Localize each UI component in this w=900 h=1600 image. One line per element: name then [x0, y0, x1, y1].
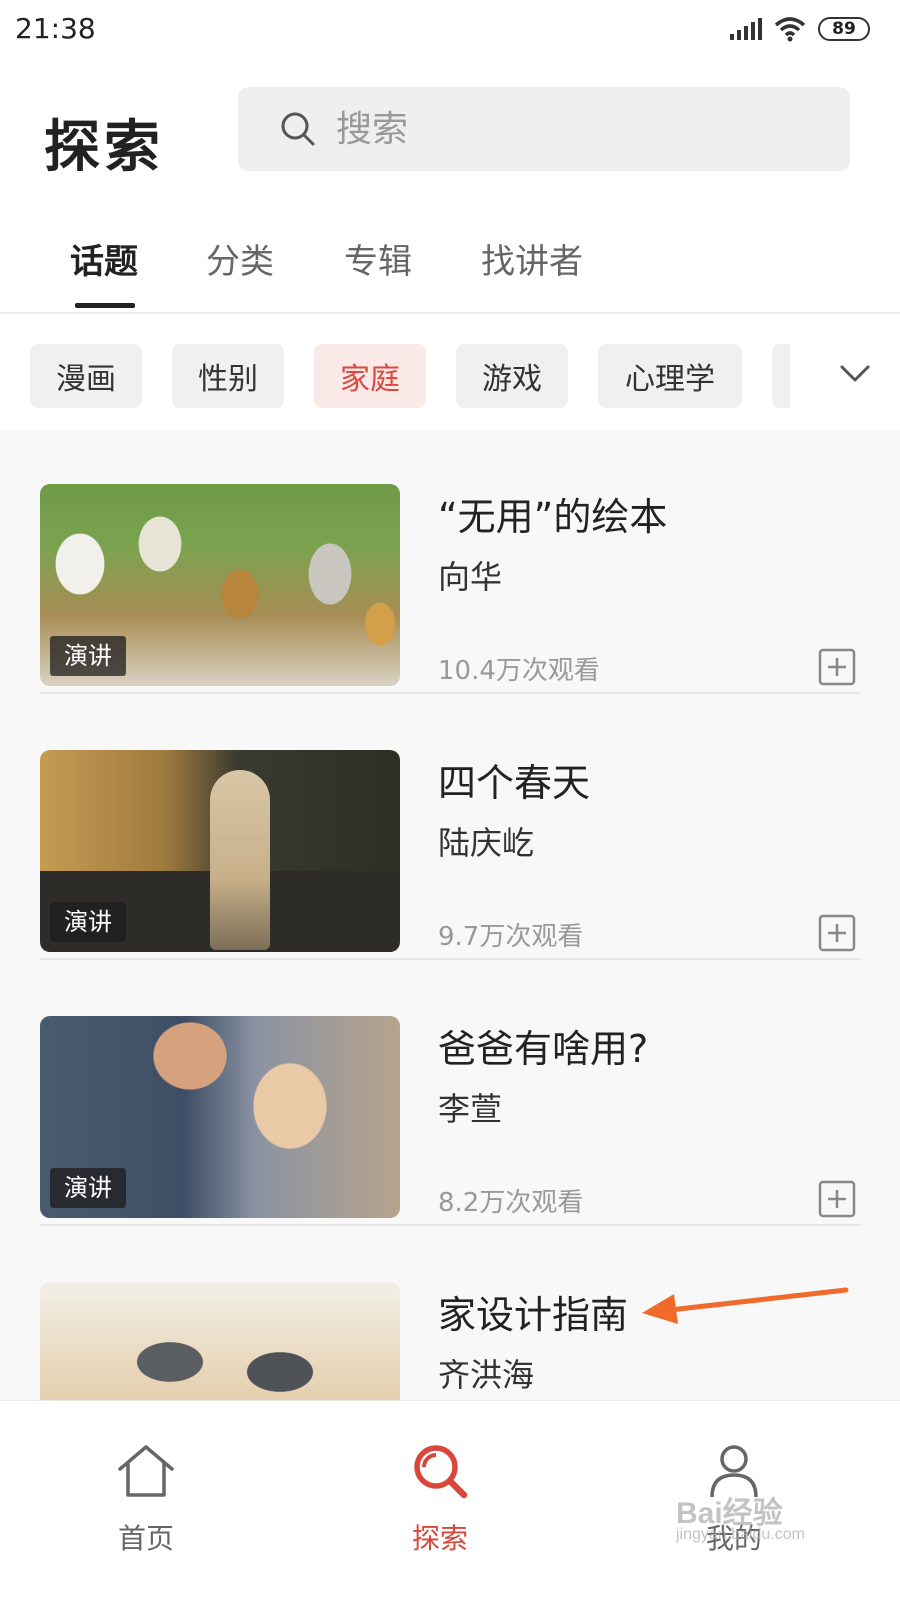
- add-icon[interactable]: [818, 648, 856, 686]
- status-icons: 89: [730, 16, 870, 42]
- topic-chip-row: 漫画 性别 家庭 游戏 心理学: [0, 314, 900, 430]
- talk-speaker: 李萱: [438, 1090, 503, 1128]
- talk-speaker: 齐洪海: [438, 1356, 535, 1394]
- search-input[interactable]: [336, 108, 816, 150]
- talk-thumbnail[interactable]: 演讲: [40, 750, 400, 952]
- talk-speaker: 向华: [438, 558, 503, 596]
- chip-comics[interactable]: 漫画: [30, 344, 142, 408]
- talk-title[interactable]: 爸爸有啥用?: [438, 1018, 648, 1073]
- talk-title[interactable]: 四个春天: [438, 752, 590, 807]
- talk-badge: 演讲: [50, 902, 126, 942]
- search-box[interactable]: [238, 87, 850, 171]
- signal-icon: [730, 18, 762, 40]
- nav-explore[interactable]: 探索: [370, 1433, 510, 1573]
- chip-family[interactable]: 家庭: [314, 344, 426, 408]
- nav-home[interactable]: 首页: [76, 1433, 216, 1573]
- talk-views: 9.7万次观看: [438, 922, 584, 952]
- talk-title[interactable]: 家设计指南: [438, 1284, 628, 1339]
- page-title: 探索: [44, 114, 164, 180]
- talk-views: 8.2万次观看: [438, 1188, 584, 1218]
- tab-bar: 话题 分类 专辑 找讲者: [0, 222, 900, 314]
- header: 探索: [0, 62, 900, 202]
- tab-active-indicator: [75, 303, 135, 308]
- battery-indicator: 89: [818, 17, 870, 41]
- tab-topics[interactable]: 话题: [70, 234, 138, 283]
- talk-badge: 演讲: [50, 1168, 126, 1208]
- talk-thumbnail[interactable]: 演讲: [40, 484, 400, 686]
- chevron-down-icon[interactable]: [838, 356, 872, 390]
- annotation-arrow-icon: [642, 1287, 849, 1324]
- add-icon[interactable]: [818, 914, 856, 952]
- search-icon: [414, 1445, 468, 1499]
- home-icon: [118, 1445, 174, 1497]
- chip-gender[interactable]: 性别: [172, 344, 284, 408]
- status-time: 21:38: [15, 12, 96, 45]
- watermark-url: jingyan.baidu.com: [676, 1526, 805, 1543]
- tab-speakers[interactable]: 找讲者: [481, 234, 583, 283]
- talk-thumbnail[interactable]: 演讲: [40, 1016, 400, 1218]
- talk-views: 10.4万次观看: [438, 656, 600, 686]
- talk-speaker: 陆庆屹: [438, 824, 535, 862]
- nav-label: 首页: [117, 1522, 174, 1555]
- list-item[interactable]: 演讲 四个春天 陆庆屹 9.7万次观看: [40, 688, 860, 960]
- nav-label: 探索: [411, 1522, 468, 1555]
- chip-games[interactable]: 游戏: [456, 344, 568, 408]
- list-item[interactable]: 演讲 爸爸有啥用? 李萱 8.2万次观看: [40, 954, 860, 1226]
- list-item[interactable]: 演讲 “无用”的绘本 向华 10.4万次观看: [40, 430, 860, 694]
- talk-title[interactable]: “无用”的绘本: [438, 486, 667, 541]
- chip-psychology[interactable]: 心理学: [598, 344, 742, 408]
- add-icon[interactable]: [818, 1180, 856, 1218]
- tab-albums[interactable]: 专辑: [344, 234, 412, 283]
- search-icon: [281, 112, 315, 146]
- tab-categories[interactable]: 分类: [206, 234, 274, 283]
- status-bar: 21:38 89: [0, 0, 900, 62]
- wifi-icon: [774, 17, 806, 42]
- talk-badge: 演讲: [50, 636, 126, 676]
